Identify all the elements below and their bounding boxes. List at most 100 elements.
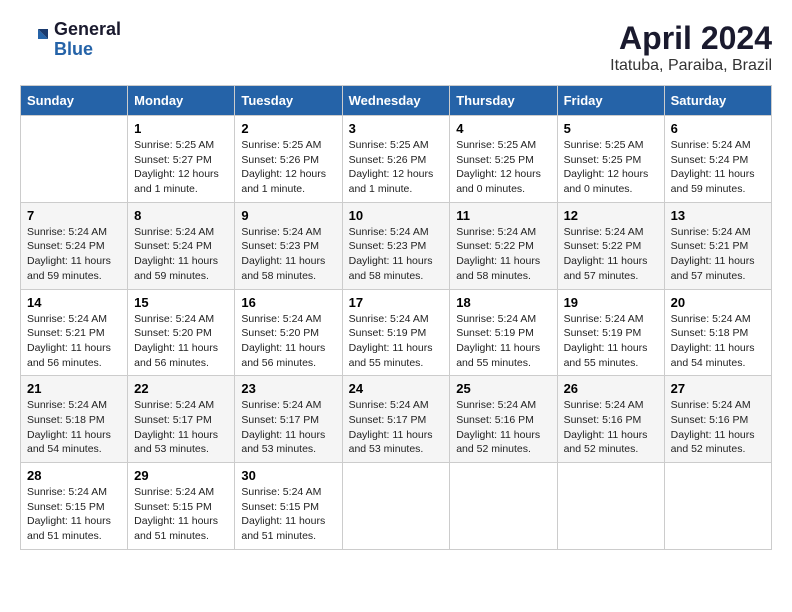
header-cell-thursday: Thursday — [450, 86, 557, 116]
calendar-cell: 19Sunrise: 5:24 AMSunset: 5:19 PMDayligh… — [557, 289, 664, 376]
day-info: Sunrise: 5:25 AMSunset: 5:25 PMDaylight:… — [564, 138, 658, 197]
day-number: 19 — [564, 295, 658, 310]
calendar-cell: 30Sunrise: 5:24 AMSunset: 5:15 PMDayligh… — [235, 463, 342, 550]
header-cell-monday: Monday — [128, 86, 235, 116]
day-info: Sunrise: 5:24 AMSunset: 5:16 PMDaylight:… — [456, 398, 550, 457]
calendar-cell: 26 Sunrise: 5:24 AMSunset: 5:16 PMDayligh… — [557, 376, 664, 463]
day-number: 18 — [456, 295, 550, 310]
day-number: 10 — [349, 208, 444, 223]
day-number: 21 — [27, 381, 121, 396]
calendar-cell: 23 Sunrise: 5:24 AMSunset: 5:17 PMDayligh… — [235, 376, 342, 463]
day-number: 3 — [349, 121, 444, 136]
day-info: Sunrise: 5:24 AMSunset: 5:19 PMDaylight:… — [349, 312, 444, 371]
day-number: 29 — [134, 468, 228, 483]
calendar-body: 1 Sunrise: 5:25 AMSunset: 5:27 PMDaylight… — [21, 116, 772, 550]
day-number: 28 — [27, 468, 121, 483]
calendar-cell: 27Sunrise: 5:24 AMSunset: 5:16 PMDayligh… — [664, 376, 771, 463]
calendar-cell — [21, 116, 128, 203]
day-number: 22 — [134, 381, 228, 396]
location: Itatuba, Paraiba, Brazil — [610, 57, 772, 75]
day-info: Sunrise: 5:25 AMSunset: 5:27 PMDaylight:… — [134, 138, 228, 197]
day-info: Sunrise: 5:24 AMSunset: 5:17 PMDaylight:… — [349, 398, 444, 457]
calendar-cell: 3 Sunrise: 5:25 AMSunset: 5:26 PMDaylight… — [342, 116, 450, 203]
day-info: Sunrise: 5:24 AMSunset: 5:18 PMDaylight:… — [671, 312, 765, 371]
calendar-cell: 11 Sunrise: 5:24 AMSunset: 5:22 PMDayligh… — [450, 202, 557, 289]
calendar-cell: 18 Sunrise: 5:24 AMSunset: 5:19 PMDayligh… — [450, 289, 557, 376]
day-info: Sunrise: 5:24 AMSunset: 5:24 PMDaylight:… — [27, 225, 121, 284]
calendar-cell: 14Sunrise: 5:24 AMSunset: 5:21 PMDayligh… — [21, 289, 128, 376]
calendar-cell: 7 Sunrise: 5:24 AMSunset: 5:24 PMDaylight… — [21, 202, 128, 289]
header-cell-saturday: Saturday — [664, 86, 771, 116]
week-row-3: 14Sunrise: 5:24 AMSunset: 5:21 PMDayligh… — [21, 289, 772, 376]
day-number: 23 — [241, 381, 335, 396]
calendar-cell: 1 Sunrise: 5:25 AMSunset: 5:27 PMDaylight… — [128, 116, 235, 203]
calendar-table: SundayMondayTuesdayWednesdayThursdayFrid… — [20, 85, 772, 550]
week-row-1: 1 Sunrise: 5:25 AMSunset: 5:27 PMDaylight… — [21, 116, 772, 203]
title-block: April 2024 Itatuba, Paraiba, Brazil — [610, 20, 772, 75]
day-info: Sunrise: 5:24 AMSunset: 5:21 PMDaylight:… — [27, 312, 121, 371]
day-number: 9 — [241, 208, 335, 223]
day-number: 17 — [349, 295, 444, 310]
calendar-cell: 2 Sunrise: 5:25 AMSunset: 5:26 PMDaylight… — [235, 116, 342, 203]
day-number: 16 — [241, 295, 335, 310]
calendar-cell: 5 Sunrise: 5:25 AMSunset: 5:25 PMDaylight… — [557, 116, 664, 203]
day-number: 20 — [671, 295, 765, 310]
day-info: Sunrise: 5:24 AMSunset: 5:24 PMDaylight:… — [671, 138, 765, 197]
day-info: Sunrise: 5:25 AMSunset: 5:26 PMDaylight:… — [349, 138, 444, 197]
calendar-cell — [342, 463, 450, 550]
logo-text: General Blue — [54, 20, 121, 60]
calendar-cell: 6 Sunrise: 5:24 AMSunset: 5:24 PMDaylight… — [664, 116, 771, 203]
day-number: 26 — [564, 381, 658, 396]
day-info: Sunrise: 5:24 AMSunset: 5:15 PMDaylight:… — [134, 485, 228, 544]
day-number: 12 — [564, 208, 658, 223]
week-row-5: 28 Sunrise: 5:24 AMSunset: 5:15 PMDayligh… — [21, 463, 772, 550]
calendar-cell: 20 Sunrise: 5:24 AMSunset: 5:18 PMDayligh… — [664, 289, 771, 376]
day-info: Sunrise: 5:24 AMSunset: 5:21 PMDaylight:… — [671, 225, 765, 284]
day-info: Sunrise: 5:24 AMSunset: 5:16 PMDaylight:… — [671, 398, 765, 457]
day-info: Sunrise: 5:24 AMSunset: 5:22 PMDaylight:… — [456, 225, 550, 284]
page-header: General Blue April 2024 Itatuba, Paraiba… — [20, 20, 772, 75]
calendar-cell: 8 Sunrise: 5:24 AMSunset: 5:24 PMDaylight… — [128, 202, 235, 289]
day-number: 11 — [456, 208, 550, 223]
day-number: 4 — [456, 121, 550, 136]
calendar-cell: 12Sunrise: 5:24 AMSunset: 5:22 PMDayligh… — [557, 202, 664, 289]
calendar-cell: 22 Sunrise: 5:24 AMSunset: 5:17 PMDayligh… — [128, 376, 235, 463]
day-info: Sunrise: 5:24 AMSunset: 5:24 PMDaylight:… — [134, 225, 228, 284]
calendar-cell: 15 Sunrise: 5:24 AMSunset: 5:20 PMDayligh… — [128, 289, 235, 376]
calendar-cell — [557, 463, 664, 550]
day-info: Sunrise: 5:24 AMSunset: 5:20 PMDaylight:… — [134, 312, 228, 371]
day-info: Sunrise: 5:24 AMSunset: 5:20 PMDaylight:… — [241, 312, 335, 371]
header-cell-tuesday: Tuesday — [235, 86, 342, 116]
day-number: 2 — [241, 121, 335, 136]
day-info: Sunrise: 5:24 AMSunset: 5:17 PMDaylight:… — [134, 398, 228, 457]
day-info: Sunrise: 5:25 AMSunset: 5:26 PMDaylight:… — [241, 138, 335, 197]
day-number: 24 — [349, 381, 444, 396]
calendar-cell — [664, 463, 771, 550]
calendar-cell: 16 Sunrise: 5:24 AMSunset: 5:20 PMDayligh… — [235, 289, 342, 376]
day-number: 1 — [134, 121, 228, 136]
day-info: Sunrise: 5:24 AMSunset: 5:19 PMDaylight:… — [456, 312, 550, 371]
logo-icon — [20, 25, 50, 55]
logo: General Blue — [20, 20, 121, 60]
day-info: Sunrise: 5:24 AMSunset: 5:23 PMDaylight:… — [349, 225, 444, 284]
calendar-cell: 13Sunrise: 5:24 AMSunset: 5:21 PMDayligh… — [664, 202, 771, 289]
day-number: 15 — [134, 295, 228, 310]
calendar-cell: 4 Sunrise: 5:25 AMSunset: 5:25 PMDaylight… — [450, 116, 557, 203]
calendar-cell: 21 Sunrise: 5:24 AMSunset: 5:18 PMDayligh… — [21, 376, 128, 463]
week-row-4: 21 Sunrise: 5:24 AMSunset: 5:18 PMDayligh… — [21, 376, 772, 463]
calendar-header: SundayMondayTuesdayWednesdayThursdayFrid… — [21, 86, 772, 116]
day-info: Sunrise: 5:24 AMSunset: 5:16 PMDaylight:… — [564, 398, 658, 457]
day-number: 30 — [241, 468, 335, 483]
day-info: Sunrise: 5:24 AMSunset: 5:17 PMDaylight:… — [241, 398, 335, 457]
day-info: Sunrise: 5:25 AMSunset: 5:25 PMDaylight:… — [456, 138, 550, 197]
day-info: Sunrise: 5:24 AMSunset: 5:18 PMDaylight:… — [27, 398, 121, 457]
week-row-2: 7 Sunrise: 5:24 AMSunset: 5:24 PMDaylight… — [21, 202, 772, 289]
header-row: SundayMondayTuesdayWednesdayThursdayFrid… — [21, 86, 772, 116]
day-number: 7 — [27, 208, 121, 223]
day-number: 5 — [564, 121, 658, 136]
calendar-cell: 17 Sunrise: 5:24 AMSunset: 5:19 PMDayligh… — [342, 289, 450, 376]
logo-blue: Blue — [54, 39, 93, 59]
day-info: Sunrise: 5:24 AMSunset: 5:23 PMDaylight:… — [241, 225, 335, 284]
day-number: 8 — [134, 208, 228, 223]
day-number: 6 — [671, 121, 765, 136]
